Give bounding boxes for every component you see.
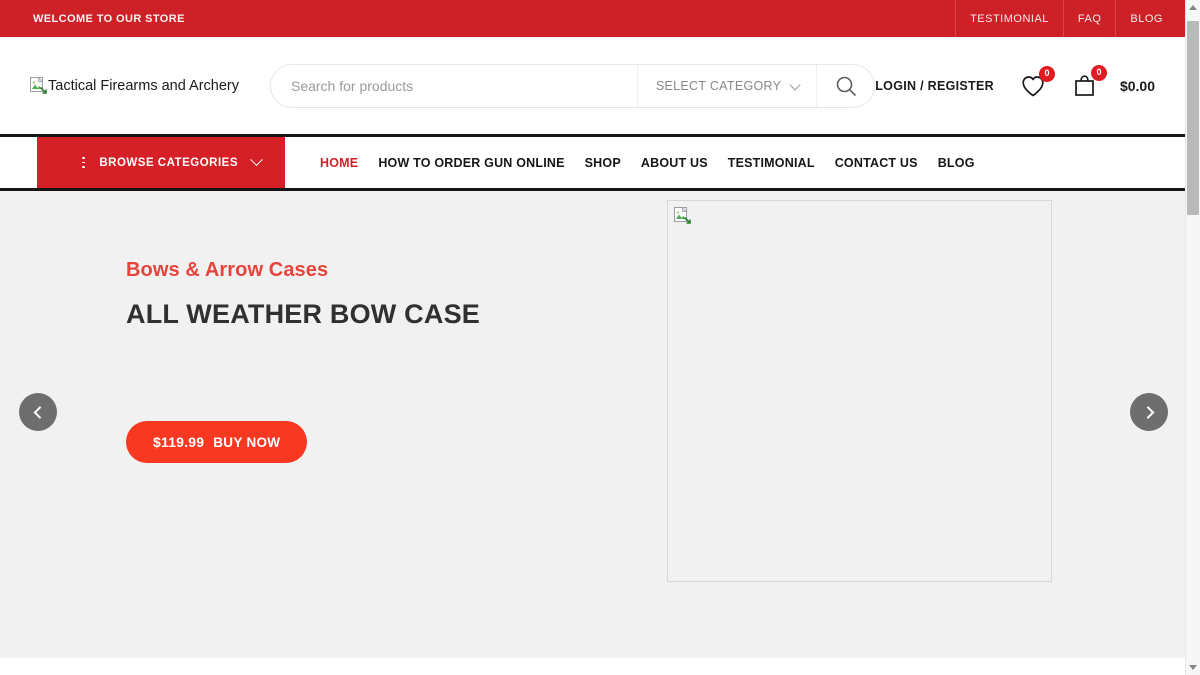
chevron-left-icon: [33, 405, 46, 419]
cart-count-badge: 0: [1090, 64, 1107, 81]
hero-title: ALL WEATHER BOW CASE: [126, 299, 480, 329]
scrollbar-thumb[interactable]: [1187, 21, 1199, 215]
wishlist-button[interactable]: 0: [1020, 65, 1055, 98]
hero-text-block: Bows & Arrow Cases ALL WEATHER BOW CASE: [126, 259, 646, 330]
browse-categories-button[interactable]: BROWSE CATEGORIES: [37, 137, 285, 188]
topbar-link-faq[interactable]: FAQ: [1062, 0, 1116, 37]
chevron-down-icon: [791, 81, 800, 90]
page-body-filler: [0, 658, 1185, 675]
hero-subtitle: Bows & Arrow Cases: [126, 259, 329, 281]
broken-image-icon: [674, 207, 691, 225]
wishlist-count-badge: 0: [1038, 65, 1055, 82]
search-icon: [836, 76, 856, 96]
broken-image-icon: [30, 77, 47, 94]
nav-item-blog[interactable]: BLOG: [928, 156, 985, 170]
scroll-up-button[interactable]: [1186, 0, 1200, 15]
top-announcement-bar: WELCOME TO OUR STORE TESTIMONIAL FAQ BLO…: [0, 0, 1185, 37]
welcome-message: WELCOME TO OUR STORE: [33, 12, 185, 25]
site-logo[interactable]: Tactical Firearms and Archery: [30, 77, 239, 94]
cart-button[interactable]: 0: [1072, 64, 1107, 99]
product-search-bar: SELECT CATEGORY: [269, 63, 876, 108]
nav-item-contact-us[interactable]: CONTACT US: [825, 156, 928, 170]
hero-buy-now-button[interactable]: $119.99 BUY NOW: [126, 421, 308, 463]
chevron-right-icon: [1141, 405, 1154, 419]
login-register-link[interactable]: LOGIN / REGISTER: [875, 79, 994, 93]
hero-price: $119.99: [153, 434, 205, 450]
vertical-scrollbar[interactable]: [1185, 0, 1200, 675]
search-submit-button[interactable]: [816, 64, 874, 107]
select-category-dropdown[interactable]: SELECT CATEGORY: [636, 64, 816, 107]
scroll-up-arrow-icon: [1189, 5, 1197, 10]
cart-total-amount[interactable]: $0.00: [1120, 78, 1155, 94]
nav-item-testimonial[interactable]: TESTIMONIAL: [718, 156, 825, 170]
chevron-down-icon: [252, 158, 261, 167]
select-category-label: SELECT CATEGORY: [655, 78, 782, 93]
hamburger-icon: [82, 157, 86, 168]
nav-item-about-us[interactable]: ABOUT US: [631, 156, 718, 170]
scroll-down-button[interactable]: [1186, 660, 1200, 675]
page-root: WELCOME TO OUR STORE TESTIMONIAL FAQ BLO…: [0, 0, 1200, 675]
search-input[interactable]: [270, 64, 637, 107]
hero-cta-label: BUY NOW: [213, 434, 281, 450]
main-navigation-bar: BROWSE CATEGORIES HOME HOW TO ORDER GUN …: [0, 134, 1185, 191]
nav-item-shop[interactable]: SHOP: [575, 156, 631, 170]
browse-categories-label: BROWSE CATEGORIES: [99, 156, 238, 169]
nav-item-home[interactable]: HOME: [310, 156, 368, 170]
scroll-down-arrow-icon: [1189, 665, 1197, 670]
hero-product-image: [667, 200, 1052, 582]
slider-prev-button[interactable]: [19, 393, 57, 431]
slider-next-button[interactable]: [1130, 393, 1168, 431]
logo-alt-text: Tactical Firearms and Archery: [48, 77, 239, 94]
topbar-link-testimonial[interactable]: TESTIMONIAL: [955, 0, 1063, 37]
topbar-link-blog[interactable]: BLOG: [1115, 0, 1185, 37]
browser-viewport: WELCOME TO OUR STORE TESTIMONIAL FAQ BLO…: [0, 0, 1185, 675]
top-links: TESTIMONIAL FAQ BLOG: [955, 0, 1185, 37]
nav-item-how-to-order-gun-online[interactable]: HOW TO ORDER GUN ONLINE: [368, 156, 574, 170]
primary-menu: HOME HOW TO ORDER GUN ONLINE SHOP ABOUT …: [285, 137, 985, 188]
hero-slider: Bows & Arrow Cases ALL WEATHER BOW CASE …: [0, 191, 1185, 658]
header-account-area: LOGIN / REGISTER 0 0 $0.00: [875, 64, 1185, 99]
site-header: Tactical Firearms and Archery SELECT CAT…: [0, 37, 1185, 134]
